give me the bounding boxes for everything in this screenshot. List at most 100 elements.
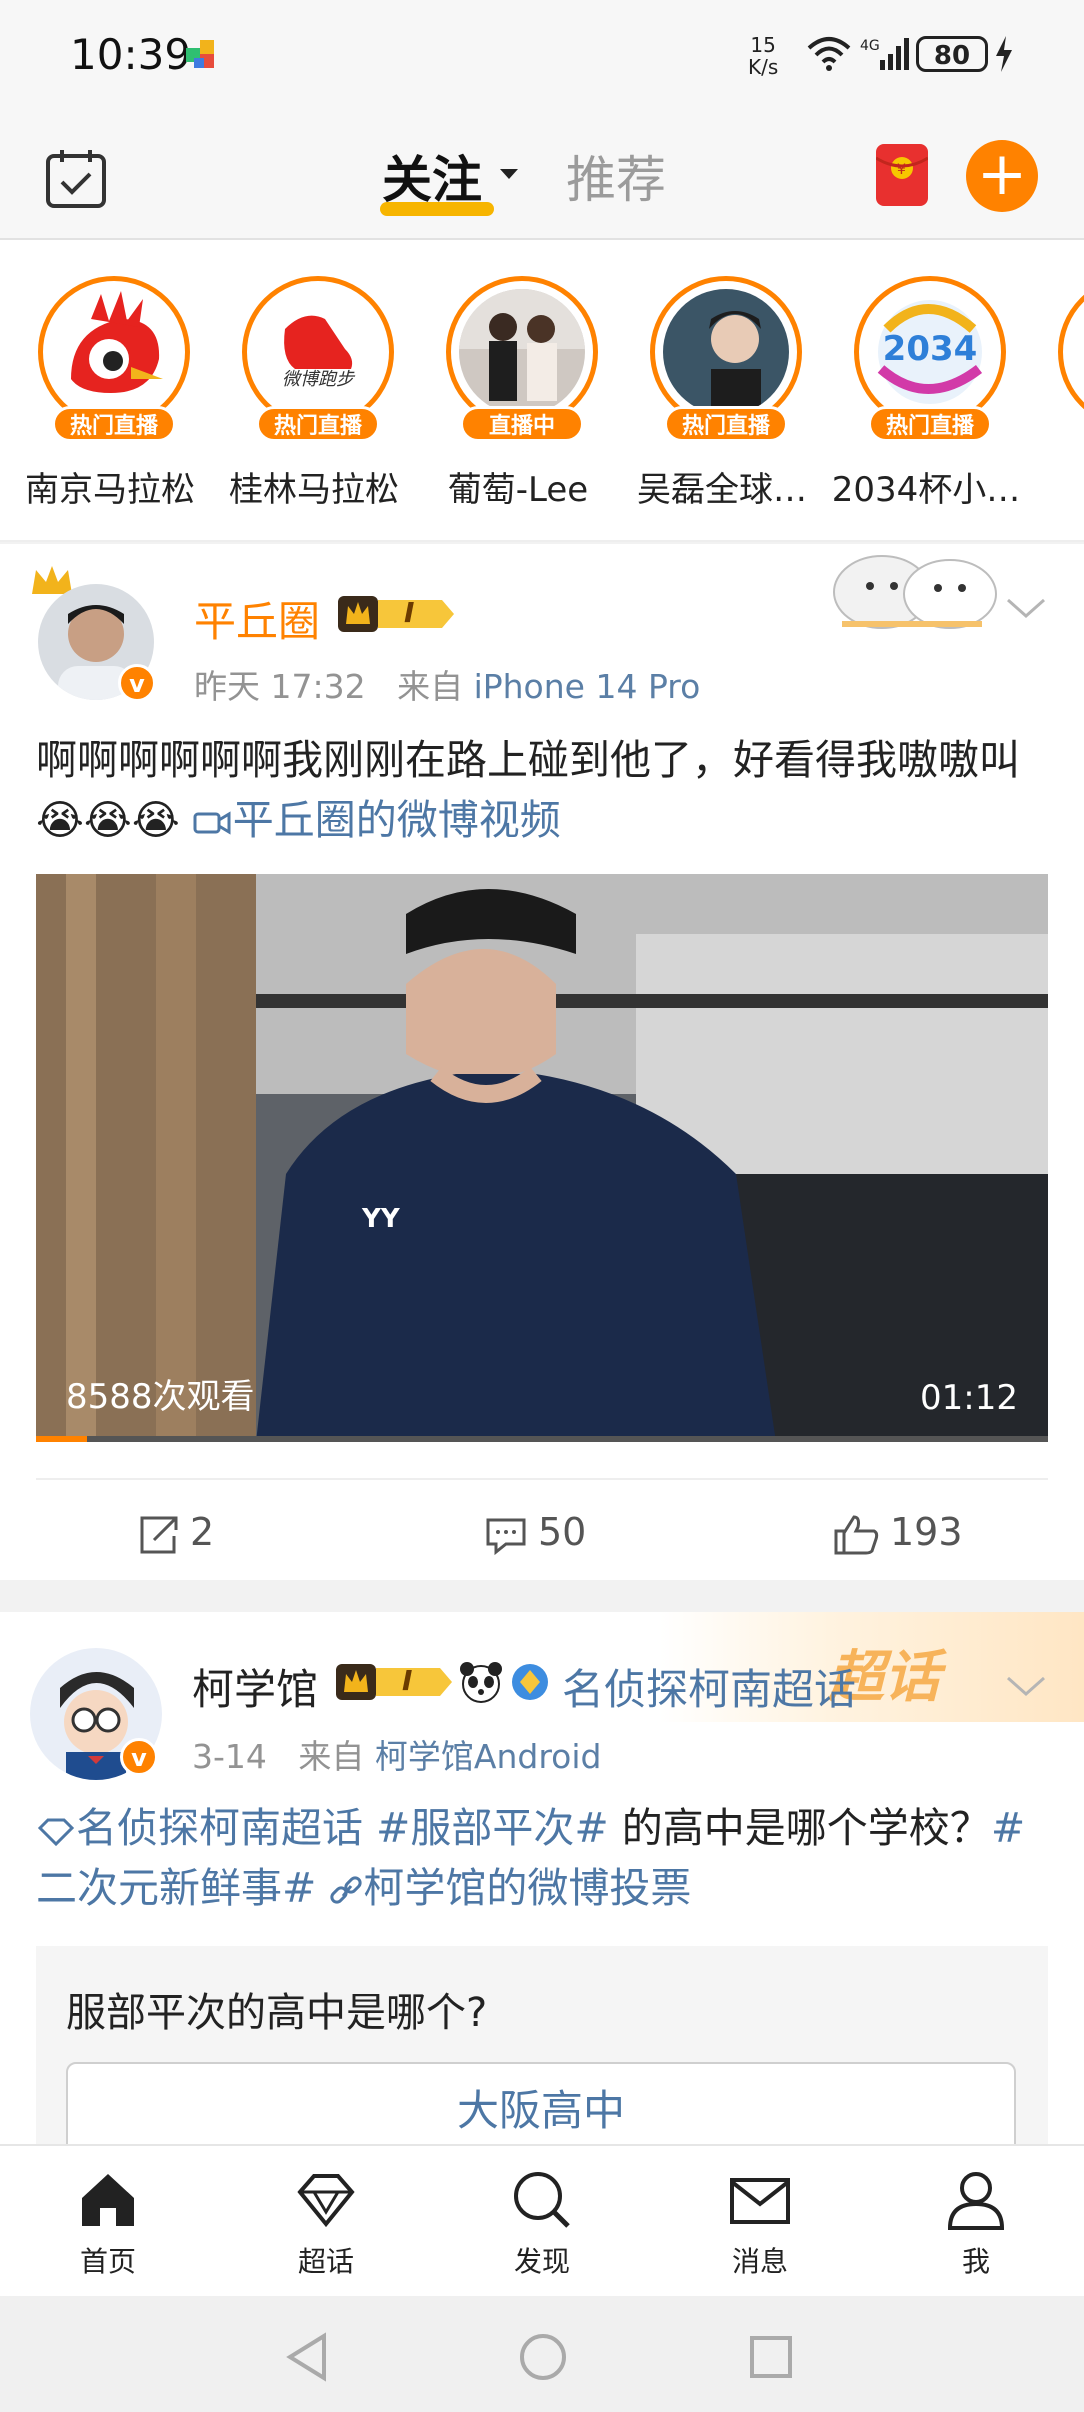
post-actions: 2 50 193	[36, 1478, 1048, 1584]
search-icon	[514, 2172, 570, 2228]
logo-caption: 2034	[882, 329, 978, 369]
live-name: 南京马拉松	[25, 470, 195, 510]
network-speed: 15 K/s	[748, 33, 779, 79]
live-name: 桂林马拉松	[229, 470, 399, 510]
charging-icon	[994, 36, 1014, 76]
live-item[interactable]: 2034 热门直播 2034杯小…	[822, 276, 1022, 536]
logo-caption: 微博跑步	[282, 369, 354, 390]
tab-follow[interactable]: 关注	[382, 140, 482, 212]
live-badge: 直播中	[460, 406, 584, 442]
more-options-chevron-icon[interactable]	[1006, 1674, 1046, 1702]
post-text: 的高中是哪个学校？	[608, 1804, 991, 1852]
live-avatar-photo	[663, 289, 789, 415]
app-notification-icon	[186, 40, 216, 70]
live-name: 葡萄-Lee	[447, 470, 589, 510]
supertopic-link[interactable]: 名侦探柯南超话	[562, 1656, 856, 1717]
vote-link[interactable]: 柯学馆的微博投票	[329, 1864, 691, 1912]
recent-apps-square-icon[interactable]	[748, 2334, 794, 2384]
live-item[interactable]: 微博跑步 热门直播 桂林马拉松	[210, 276, 410, 536]
author-name[interactable]: 平丘圈	[194, 588, 320, 649]
post-source-prefix: 来自	[397, 667, 464, 706]
shirt-logo: YY	[362, 1204, 400, 1234]
nav-me[interactable]: 我	[896, 2168, 1056, 2280]
video-progress-fill	[36, 1436, 87, 1442]
repost-count: 2	[190, 1510, 215, 1554]
mail-icon	[730, 2178, 790, 2224]
post-body: 名侦探柯南超话 #服部平次# 的高中是哪个学校？#二次元新鲜事# 柯学馆的微博投…	[36, 1798, 1046, 1918]
video-progress-bar[interactable]	[36, 1436, 1048, 1442]
hashtag-link[interactable]: #服部平次#	[376, 1804, 609, 1852]
link-chain-icon	[330, 1876, 363, 1904]
red-packet-icon[interactable]: ¥	[875, 144, 929, 206]
nav-label: 发现	[513, 2245, 570, 2278]
post-meta: 昨天 17:32 来自 iPhone 14 Pro	[194, 660, 700, 708]
video-camera-icon	[193, 811, 231, 835]
svg-text:4G: 4G	[860, 38, 880, 54]
nav-label: 首页	[79, 2245, 136, 2278]
caret-down-icon[interactable]	[500, 166, 518, 185]
live-item[interactable]: 热门直播 吴磊全球…	[618, 276, 818, 536]
live-name: 2034杯小…	[831, 470, 1021, 510]
more-options-chevron-icon[interactable]	[1006, 596, 1046, 624]
compose-add-button[interactable]: +	[966, 140, 1038, 212]
live-badge: 热门直播	[256, 406, 380, 442]
system-navigation-bar	[0, 2296, 1084, 2412]
post-source[interactable]: 柯学馆Android	[375, 1737, 602, 1776]
live-name: 吴磊全球…	[637, 470, 807, 510]
post-source[interactable]: iPhone 14 Pro	[474, 667, 701, 706]
video-link-text[interactable]: 平丘圈的微博视频	[233, 796, 561, 844]
weibo-eye-logo-icon	[51, 289, 177, 415]
bottom-navigation: 首页 超话 发现 消息 我	[0, 2144, 1084, 2298]
running-shoe-logo-icon	[255, 289, 381, 415]
supertopic-diamond-icon	[37, 1818, 75, 1847]
video-thumbnail	[36, 874, 1048, 1442]
feed-post[interactable]: 超话 v 柯学馆 I 名侦探柯南超话 3-14 来自 柯学馆Android 名侦…	[0, 1612, 1084, 2176]
home-circle-icon[interactable]	[518, 2332, 568, 2386]
live-item[interactable]: 热门直播 南京马拉松	[6, 276, 206, 536]
vip-level: I	[402, 1664, 413, 1697]
panda-icon	[458, 1660, 504, 1708]
live-name: 华	[1022, 462, 1084, 511]
author-name[interactable]: 柯学馆	[192, 1656, 318, 1717]
nav-supertopic[interactable]: 超话	[246, 2168, 406, 2280]
live-avatar-photo	[459, 289, 585, 415]
video-link[interactable]: 平丘圈的微博视频	[193, 796, 561, 844]
wifi-icon	[805, 34, 853, 78]
nav-home[interactable]: 首页	[28, 2168, 188, 2280]
like-button[interactable]: 193	[832, 1510, 963, 1557]
poll-option-button[interactable]: 大阪高中	[66, 2062, 1016, 2156]
poll-card: 服部平次的高中是哪个? 大阪高中	[36, 1946, 1048, 2176]
post-text: 啊啊啊啊啊啊我刚刚在路上碰到他了，好看得我嗷嗷叫	[36, 736, 1020, 784]
like-count: 193	[890, 1510, 963, 1554]
live-item[interactable]: 华	[1026, 276, 1084, 536]
video-duration: 01:12	[920, 1378, 1018, 1418]
feed-post[interactable]: v 平丘圈 I 昨天 17:32 来自 iPhone 14 Pro 啊啊啊啊啊啊…	[0, 544, 1084, 1580]
video-player[interactable]: YY 8588次观看 01:12	[36, 874, 1048, 1442]
vote-link-text[interactable]: 柯学馆的微博投票	[363, 1864, 691, 1912]
post-meta: 3-14 来自 柯学馆Android	[192, 1730, 601, 1778]
post-time: 3-14	[192, 1737, 267, 1776]
supertopic-inline-link[interactable]: 名侦探柯南超话	[36, 1804, 363, 1852]
live-badge: 热门直播	[868, 406, 992, 442]
comment-button[interactable]: 50	[484, 1510, 586, 1556]
crying-emojis: 😭😭😭	[36, 796, 180, 844]
calendar-checkin-icon[interactable]	[44, 146, 108, 210]
nav-label: 我	[961, 2245, 990, 2278]
live-item[interactable]: 直播中 葡萄-Lee	[414, 276, 614, 536]
live-badge: 热门直播	[664, 406, 788, 442]
top-header: 关注 推荐 ¥ +	[0, 110, 1084, 240]
medal-icon	[510, 1662, 550, 1706]
repost-button[interactable]: 2	[136, 1510, 214, 1556]
battery-indicator: 80	[916, 36, 988, 72]
tab-recommend[interactable]: 推荐	[566, 140, 666, 212]
poll-question: 服部平次的高中是哪个?	[66, 1990, 488, 2036]
nav-discover[interactable]: 发现	[462, 2168, 622, 2280]
comment-icon	[486, 1518, 526, 1555]
verified-badge-icon: v	[118, 664, 156, 702]
nav-messages[interactable]: 消息	[680, 2168, 840, 2280]
back-triangle-icon[interactable]	[284, 2332, 332, 2386]
supertopic-inline-text[interactable]: 名侦探柯南超话	[76, 1804, 363, 1852]
post-body: 啊啊啊啊啊啊我刚刚在路上碰到他了，好看得我嗷嗷叫 😭😭😭 平丘圈的微博视频	[36, 730, 1046, 850]
nav-label: 超话	[297, 2245, 354, 2278]
cute-sticker-decoration	[822, 544, 1002, 638]
